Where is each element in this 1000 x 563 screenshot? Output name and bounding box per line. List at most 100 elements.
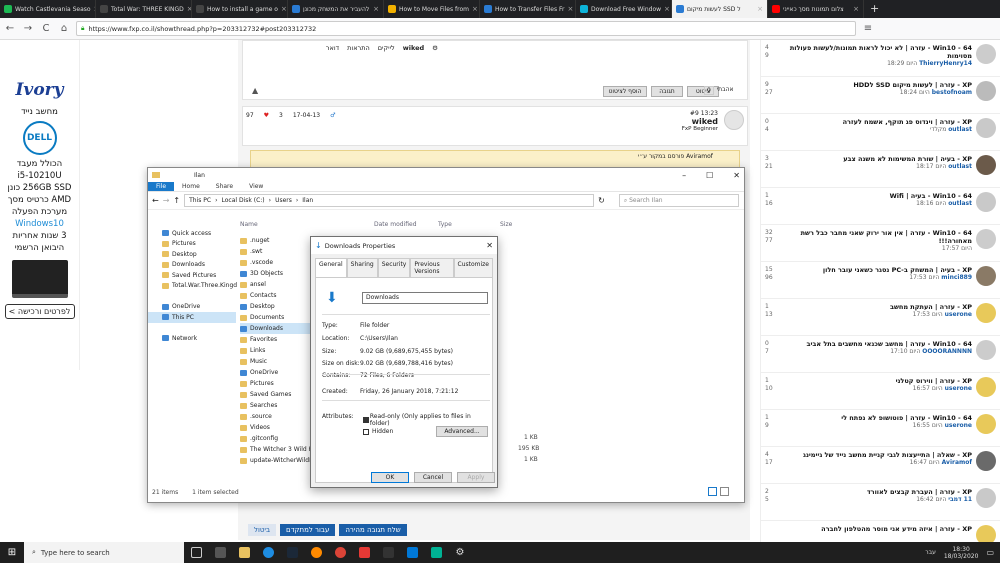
- forward-button[interactable]: →: [22, 23, 34, 34]
- thread-title[interactable]: Win10 - 64 - עזרה | לא יכול לראות תמונות…: [783, 44, 972, 60]
- avatar[interactable]: [976, 81, 996, 101]
- col-date[interactable]: Date modified: [374, 221, 438, 228]
- back-arrow-icon[interactable]: ←: [152, 196, 159, 205]
- tiles-view-icon[interactable]: [720, 487, 729, 496]
- ribbon-tab-view[interactable]: View: [241, 182, 271, 191]
- thread-title[interactable]: Win10 - 64 - בעיה | Wifi: [783, 192, 972, 200]
- breadcrumb-item[interactable]: Local Disk (C:): [222, 197, 265, 204]
- ribbon-tab-home[interactable]: Home: [174, 182, 208, 191]
- thread-item[interactable]: XP - עזרה | העתקת מחשב userone היום 17:53…: [761, 299, 1000, 336]
- browser-tab[interactable]: Download Free Window ×: [576, 0, 672, 18]
- thread-user[interactable]: Aviramof: [942, 459, 972, 466]
- post-avatar[interactable]: [724, 110, 744, 130]
- thread-item[interactable]: XP - בעיה | שורת המשימות לא משנה צבע outl…: [761, 151, 1000, 188]
- tab-close-icon[interactable]: ×: [568, 5, 574, 13]
- avatar[interactable]: [976, 266, 996, 286]
- nav-item[interactable]: Network: [148, 333, 236, 344]
- thread-item[interactable]: Win10 - 64 - עזרה | לא יכול לראות תמונות…: [761, 40, 1000, 77]
- thread-user[interactable]: ThierryHenry14: [919, 60, 972, 67]
- address-bar[interactable]: This PC › Local Disk (C:) › Users › Ilan: [184, 194, 595, 207]
- file-explorer-icon[interactable]: [232, 542, 256, 563]
- hidden-checkbox[interactable]: [363, 429, 369, 435]
- dialog-tab[interactable]: General: [315, 258, 347, 277]
- folder-name-input[interactable]: Downloads: [362, 292, 488, 304]
- thread-title[interactable]: XP - עזרה | לעשות מיקום SSD לHDD: [783, 81, 972, 89]
- col-type[interactable]: Type: [438, 221, 500, 228]
- tab-close-icon[interactable]: ×: [664, 5, 670, 13]
- cancel-button[interactable]: Cancel: [414, 472, 452, 483]
- avatar[interactable]: [976, 229, 996, 249]
- thread-item[interactable]: XP - בעיה | המשחק ב-PC נסגר כשאני עובר ח…: [761, 262, 1000, 299]
- browser-tab[interactable]: How to Transfer Files Fr ×: [480, 0, 576, 18]
- close-button[interactable]: ✕: [733, 171, 740, 180]
- gear-icon[interactable]: ⚙: [432, 44, 438, 52]
- tab-close-icon[interactable]: ×: [373, 5, 379, 13]
- advertisement[interactable]: Ivory מחשב נייד DELL הכולל מעבד i5-10210U 25…: [0, 40, 80, 370]
- maximize-button[interactable]: ☐: [706, 171, 713, 180]
- thread-user[interactable]: outlast: [948, 200, 972, 207]
- likes-link[interactable]: לייקים: [378, 44, 395, 52]
- firefox-icon[interactable]: [304, 542, 328, 563]
- thread-item[interactable]: XP - עזרה | איזה מידע אני מוסר מהטלפון ל…: [761, 521, 1000, 542]
- avatar[interactable]: [976, 44, 996, 64]
- ad-cta-button[interactable]: לפרטים ורכישה >: [4, 304, 75, 319]
- thread-item[interactable]: Win10 - 64 - עזרה | פוטושופ לא נפתח לי us…: [761, 410, 1000, 447]
- advanced-button[interactable]: Advanced...: [436, 426, 488, 437]
- mail-link[interactable]: דואר: [326, 44, 339, 52]
- task-view-icon[interactable]: [184, 542, 208, 563]
- tab-close-icon[interactable]: ×: [472, 5, 478, 13]
- add-quote-button[interactable]: הוסף לציטוט: [603, 86, 647, 97]
- nav-item[interactable]: Saved Pictures: [148, 270, 236, 281]
- thread-item[interactable]: Win10 - 64 - בעיה | Wifi outlast היום 18:…: [761, 188, 1000, 225]
- thread-title[interactable]: XP - עזרה | וינדוס פג תוקף, אשמח לעזרה: [783, 118, 972, 126]
- col-size[interactable]: Size: [500, 221, 512, 228]
- thread-user[interactable]: 11 דמבי: [948, 496, 972, 503]
- nav-item[interactable]: Downloads: [148, 260, 236, 271]
- apply-button[interactable]: Apply: [457, 472, 495, 483]
- reload-button[interactable]: C: [40, 23, 52, 34]
- nav-item[interactable]: OneDrive: [148, 302, 236, 313]
- ribbon-tab-share[interactable]: Share: [208, 182, 241, 191]
- breadcrumb-item[interactable]: This PC: [189, 197, 211, 204]
- ok-button[interactable]: OK: [371, 472, 409, 483]
- thread-user[interactable]: minci889: [941, 274, 972, 281]
- thread-title[interactable]: Win10 - 64 - עזרה | מחשב שכנאי מחשבים בת…: [783, 340, 972, 348]
- thread-user[interactable]: outlast: [948, 163, 972, 170]
- browser-tab[interactable]: צלום תמונות מסך כאייני ×: [768, 0, 864, 18]
- ribbon-tab-file[interactable]: File: [148, 182, 175, 191]
- photos-icon[interactable]: [424, 542, 448, 563]
- popcorn-icon[interactable]: [352, 542, 376, 563]
- profile-username[interactable]: wiked: [403, 44, 424, 52]
- clock-time[interactable]: 18:30: [944, 546, 979, 553]
- like-button[interactable]: אהבתי: [717, 86, 734, 95]
- breadcrumb-item[interactable]: Ilan: [302, 197, 313, 204]
- browser-tab[interactable]: לעשות מיקום SSD ל ×: [672, 0, 768, 18]
- nav-item[interactable]: This PC: [148, 312, 236, 323]
- film-app-icon[interactable]: [208, 542, 232, 563]
- cancel-reply-button[interactable]: ביטול: [248, 524, 277, 536]
- readonly-checkbox[interactable]: [363, 417, 369, 423]
- browser-tab[interactable]: Total War: THREE KINGD×: [96, 0, 192, 18]
- nav-item[interactable]: Pictures: [148, 239, 236, 250]
- edge-icon[interactable]: [256, 542, 280, 563]
- thread-item[interactable]: XP - שאלה | התייעצות לגבי קניית מחשב ניי…: [761, 447, 1000, 484]
- avatar[interactable]: [976, 377, 996, 397]
- warning-icon[interactable]: ▲: [252, 86, 258, 95]
- thread-title[interactable]: XP - שאלה | התייעצות לגבי קניית מחשב ניי…: [783, 451, 972, 459]
- thread-title[interactable]: XP - עזרה | העתקת מחשב: [783, 303, 972, 311]
- reply-button[interactable]: תגובה: [651, 86, 683, 97]
- col-name[interactable]: Name: [240, 221, 374, 228]
- nav-item[interactable]: Quick access: [148, 228, 236, 239]
- back-button[interactable]: ←: [4, 23, 16, 34]
- refresh-icon[interactable]: ↻: [598, 196, 605, 205]
- avatar[interactable]: [976, 155, 996, 175]
- breadcrumb-item[interactable]: Users: [275, 197, 292, 204]
- avatar[interactable]: [976, 414, 996, 434]
- thread-item[interactable]: XP - עזרה | ווירוס קטלני userone היום 16:…: [761, 373, 1000, 410]
- dialog-close-button[interactable]: ✕: [486, 241, 493, 250]
- thread-item[interactable]: XP - עזרה | העברת קבצים לאוורד 11 דמבי הי…: [761, 484, 1000, 521]
- browser-tab[interactable]: Watch Castlevania Seaso×: [0, 0, 96, 18]
- app-icon[interactable]: [376, 542, 400, 563]
- avatar[interactable]: [976, 340, 996, 360]
- avatar[interactable]: [976, 118, 996, 138]
